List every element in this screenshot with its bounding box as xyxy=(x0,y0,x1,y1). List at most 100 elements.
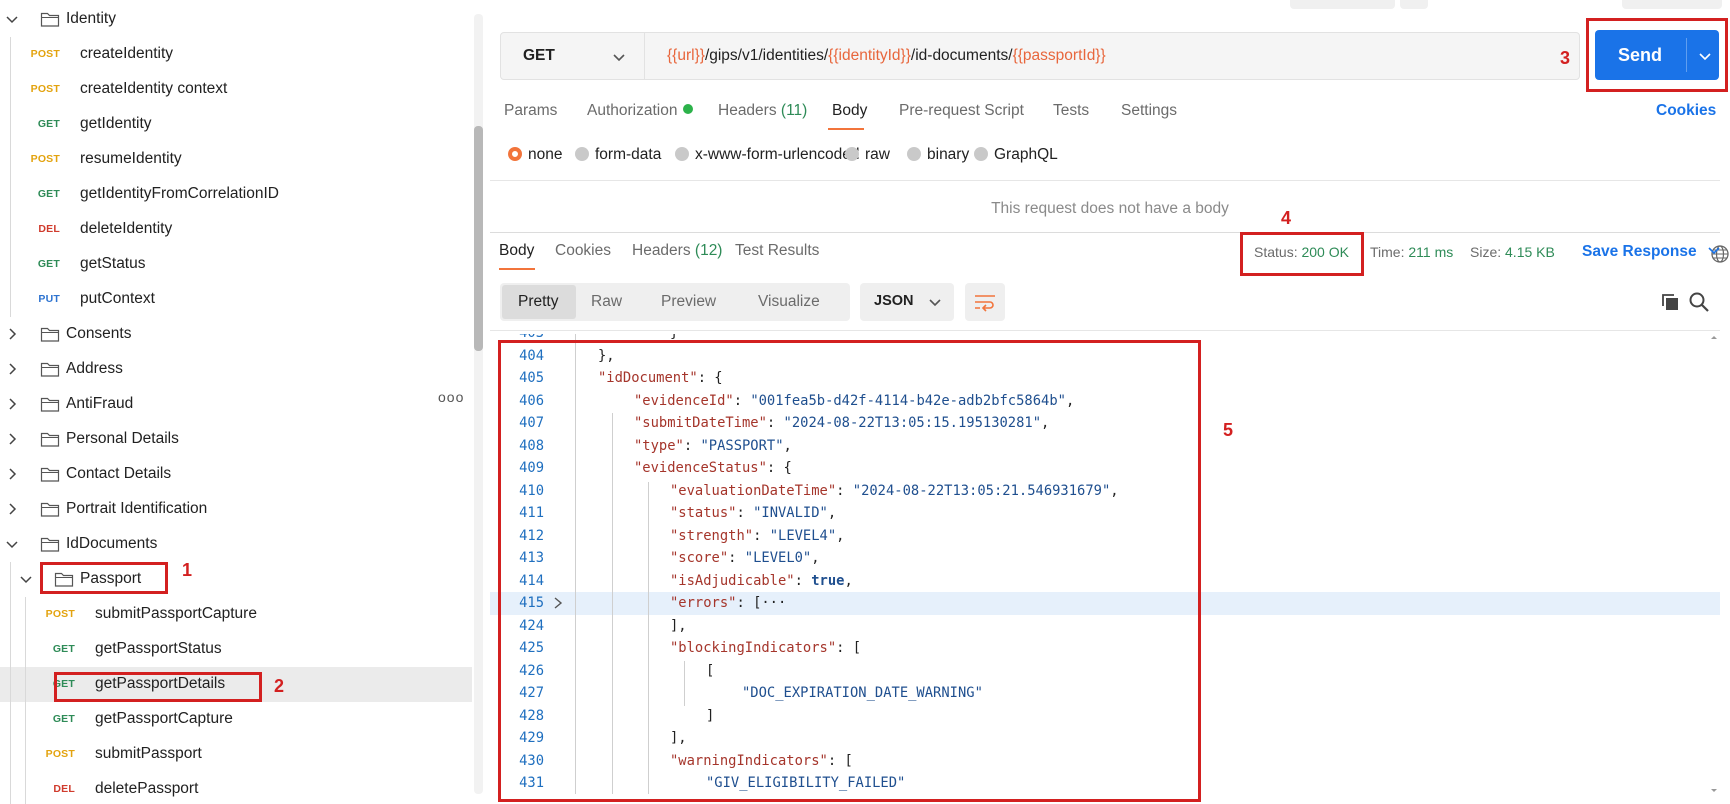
response-size[interactable]: Size: 4.15 KB xyxy=(1470,244,1555,260)
top-toolbar-button[interactable] xyxy=(1290,0,1395,9)
chevron-right-icon[interactable] xyxy=(4,396,20,412)
url-input[interactable]: {{url}}/gips/v1/identities/{{identityId}… xyxy=(667,47,1106,65)
wrap-lines-button[interactable] xyxy=(965,283,1005,321)
radio-circle xyxy=(508,147,522,161)
sidebar-request-createidentity-context[interactable]: POST createIdentity context xyxy=(0,72,472,107)
sidebar-request-getidentity[interactable]: GET getIdentity xyxy=(0,107,472,142)
http-method-badge: PUT xyxy=(38,293,60,305)
sidebar-request-submitpassportcapture[interactable]: POST submitPassportCapture xyxy=(0,597,472,632)
sidebar-item-label: deletePassport xyxy=(95,780,199,797)
annotation-number-2: 2 xyxy=(274,676,285,696)
http-method-badge: POST xyxy=(45,748,75,760)
method-select[interactable]: GET xyxy=(501,33,645,79)
body-type-radio-none[interactable]: none xyxy=(508,146,562,164)
body-type-radio-graphql[interactable]: GraphQL xyxy=(974,146,1058,164)
tab-headers[interactable]: Headers (11) xyxy=(718,102,807,120)
chevron-right-icon[interactable] xyxy=(4,431,20,447)
top-toolbar-toggle[interactable] xyxy=(1622,0,1722,9)
editor-scrollbar[interactable] xyxy=(1709,334,1719,794)
radio-label: binary xyxy=(927,146,970,163)
sidebar-folder-antifraud[interactable]: AntiFraud ooo xyxy=(0,387,472,422)
top-toolbar-button-2[interactable] xyxy=(1400,0,1428,9)
sidebar-scrollbar-thumb[interactable] xyxy=(474,126,483,351)
url-variable: {{identityId}} xyxy=(828,47,911,64)
response-tab-cookies[interactable]: Cookies xyxy=(555,242,611,260)
sidebar-folder-identity[interactable]: Identity xyxy=(0,2,472,37)
tab-authorization[interactable]: Authorization xyxy=(587,102,694,120)
annotation-box-1 xyxy=(40,562,168,594)
save-response-label: Save Response xyxy=(1582,243,1697,260)
chevron-down-icon[interactable] xyxy=(4,11,20,27)
http-method-badge: GET xyxy=(52,713,75,725)
sidebar-request-putcontext[interactable]: PUT putContext xyxy=(0,282,472,317)
http-method-badge: POST xyxy=(45,608,75,620)
chevron-right-icon[interactable] xyxy=(4,361,20,377)
annotation-number-5: 5 xyxy=(1223,420,1234,440)
format-select[interactable]: JSON xyxy=(860,283,954,321)
body-type-radio-binary[interactable]: binary xyxy=(907,146,969,164)
sidebar-item-label: getPassportStatus xyxy=(95,640,222,657)
tab-body[interactable]: Body xyxy=(832,102,867,120)
sidebar-request-deletepassport[interactable]: DEL deletePassport xyxy=(0,772,472,804)
divider xyxy=(490,330,1720,331)
radio-label: form-data xyxy=(595,146,662,163)
http-method-badge: GET xyxy=(37,258,60,270)
sidebar-item-label: Address xyxy=(66,360,123,377)
sidebar-item-label: Personal Details xyxy=(66,430,179,447)
chevron-right-icon[interactable] xyxy=(4,326,20,342)
http-method-badge: DEL xyxy=(53,783,75,795)
response-tab-test-results[interactable]: Test Results xyxy=(735,242,819,260)
response-time[interactable]: Time: 211 ms xyxy=(1370,244,1453,260)
radio-circle xyxy=(974,147,988,161)
body-type-radio-form-data[interactable]: form-data xyxy=(575,146,661,164)
body-type-radio-raw[interactable]: raw xyxy=(845,146,890,164)
folder-icon xyxy=(40,500,60,518)
sidebar-folder-portrait-identification[interactable]: Portrait Identification xyxy=(0,492,472,527)
sidebar-folder-iddocuments[interactable]: IdDocuments xyxy=(0,527,472,562)
copy-icon[interactable] xyxy=(1660,292,1680,312)
chevron-down-icon[interactable] xyxy=(4,536,20,552)
sidebar-request-getidentityfromcorrelationid[interactable]: GET getIdentityFromCorrelationID xyxy=(0,177,472,212)
url-variable: {{url}} xyxy=(667,47,705,64)
sidebar-item-label: Identity xyxy=(66,10,116,27)
sidebar-item-label: getIdentityFromCorrelationID xyxy=(80,185,279,202)
sidebar-request-deleteidentity[interactable]: DEL deleteIdentity xyxy=(0,212,472,247)
view-visualize[interactable]: Visualize xyxy=(758,293,820,311)
sidebar-scrollbar[interactable] xyxy=(474,14,483,794)
chevron-right-icon[interactable] xyxy=(4,501,20,517)
tab-settings[interactable]: Settings xyxy=(1121,102,1177,120)
sidebar-request-getpassportcapture[interactable]: GET getPassportCapture xyxy=(0,702,472,737)
cookies-link[interactable]: Cookies xyxy=(1656,102,1716,120)
sidebar-request-getpassportstatus[interactable]: GET getPassportStatus xyxy=(0,632,472,667)
annotation-box-3 xyxy=(1586,18,1728,92)
view-pretty[interactable]: Pretty xyxy=(518,293,558,311)
tab-params[interactable]: Params xyxy=(504,102,557,120)
more-options-icon[interactable]: ooo xyxy=(438,389,464,405)
tab-tests[interactable]: Tests xyxy=(1053,102,1089,120)
http-method-badge: GET xyxy=(52,643,75,655)
sidebar-request-resumeidentity[interactable]: POST resumeIdentity xyxy=(0,142,472,177)
view-preview[interactable]: Preview xyxy=(661,293,716,311)
sidebar-folder-contact-details[interactable]: Contact Details xyxy=(0,457,472,492)
response-tab-headers[interactable]: Headers (12) xyxy=(632,242,722,260)
tab-prerequest-script[interactable]: Pre-request Script xyxy=(899,102,1024,120)
sidebar-request-createidentity[interactable]: POST createIdentity xyxy=(0,37,472,72)
sidebar-request-submitpassport[interactable]: POST submitPassport xyxy=(0,737,472,772)
sidebar-folder-consents[interactable]: Consents xyxy=(0,317,472,352)
chevron-right-icon[interactable] xyxy=(4,466,20,482)
sidebar-request-getstatus[interactable]: GET getStatus xyxy=(0,247,472,282)
chevron-down-icon[interactable] xyxy=(18,571,34,587)
sidebar-folder-personal-details[interactable]: Personal Details xyxy=(0,422,472,457)
sidebar-folder-address[interactable]: Address xyxy=(0,352,472,387)
view-raw[interactable]: Raw xyxy=(591,293,622,311)
search-icon[interactable] xyxy=(1688,291,1710,313)
sidebar-item-label: Consents xyxy=(66,325,132,342)
save-response-button[interactable]: Save Response xyxy=(1582,243,1721,261)
radio-circle xyxy=(845,147,859,161)
http-method-badge: POST xyxy=(30,48,60,60)
url-path-segment: /id-documents/ xyxy=(910,47,1013,64)
url-variable: {{passportId}} xyxy=(1012,47,1106,64)
size-value: 4.15 KB xyxy=(1505,244,1555,260)
body-type-radio-x-www-form-urlencoded[interactable]: x-www-form-urlencoded xyxy=(675,146,860,164)
response-tab-body[interactable]: Body xyxy=(499,242,534,260)
